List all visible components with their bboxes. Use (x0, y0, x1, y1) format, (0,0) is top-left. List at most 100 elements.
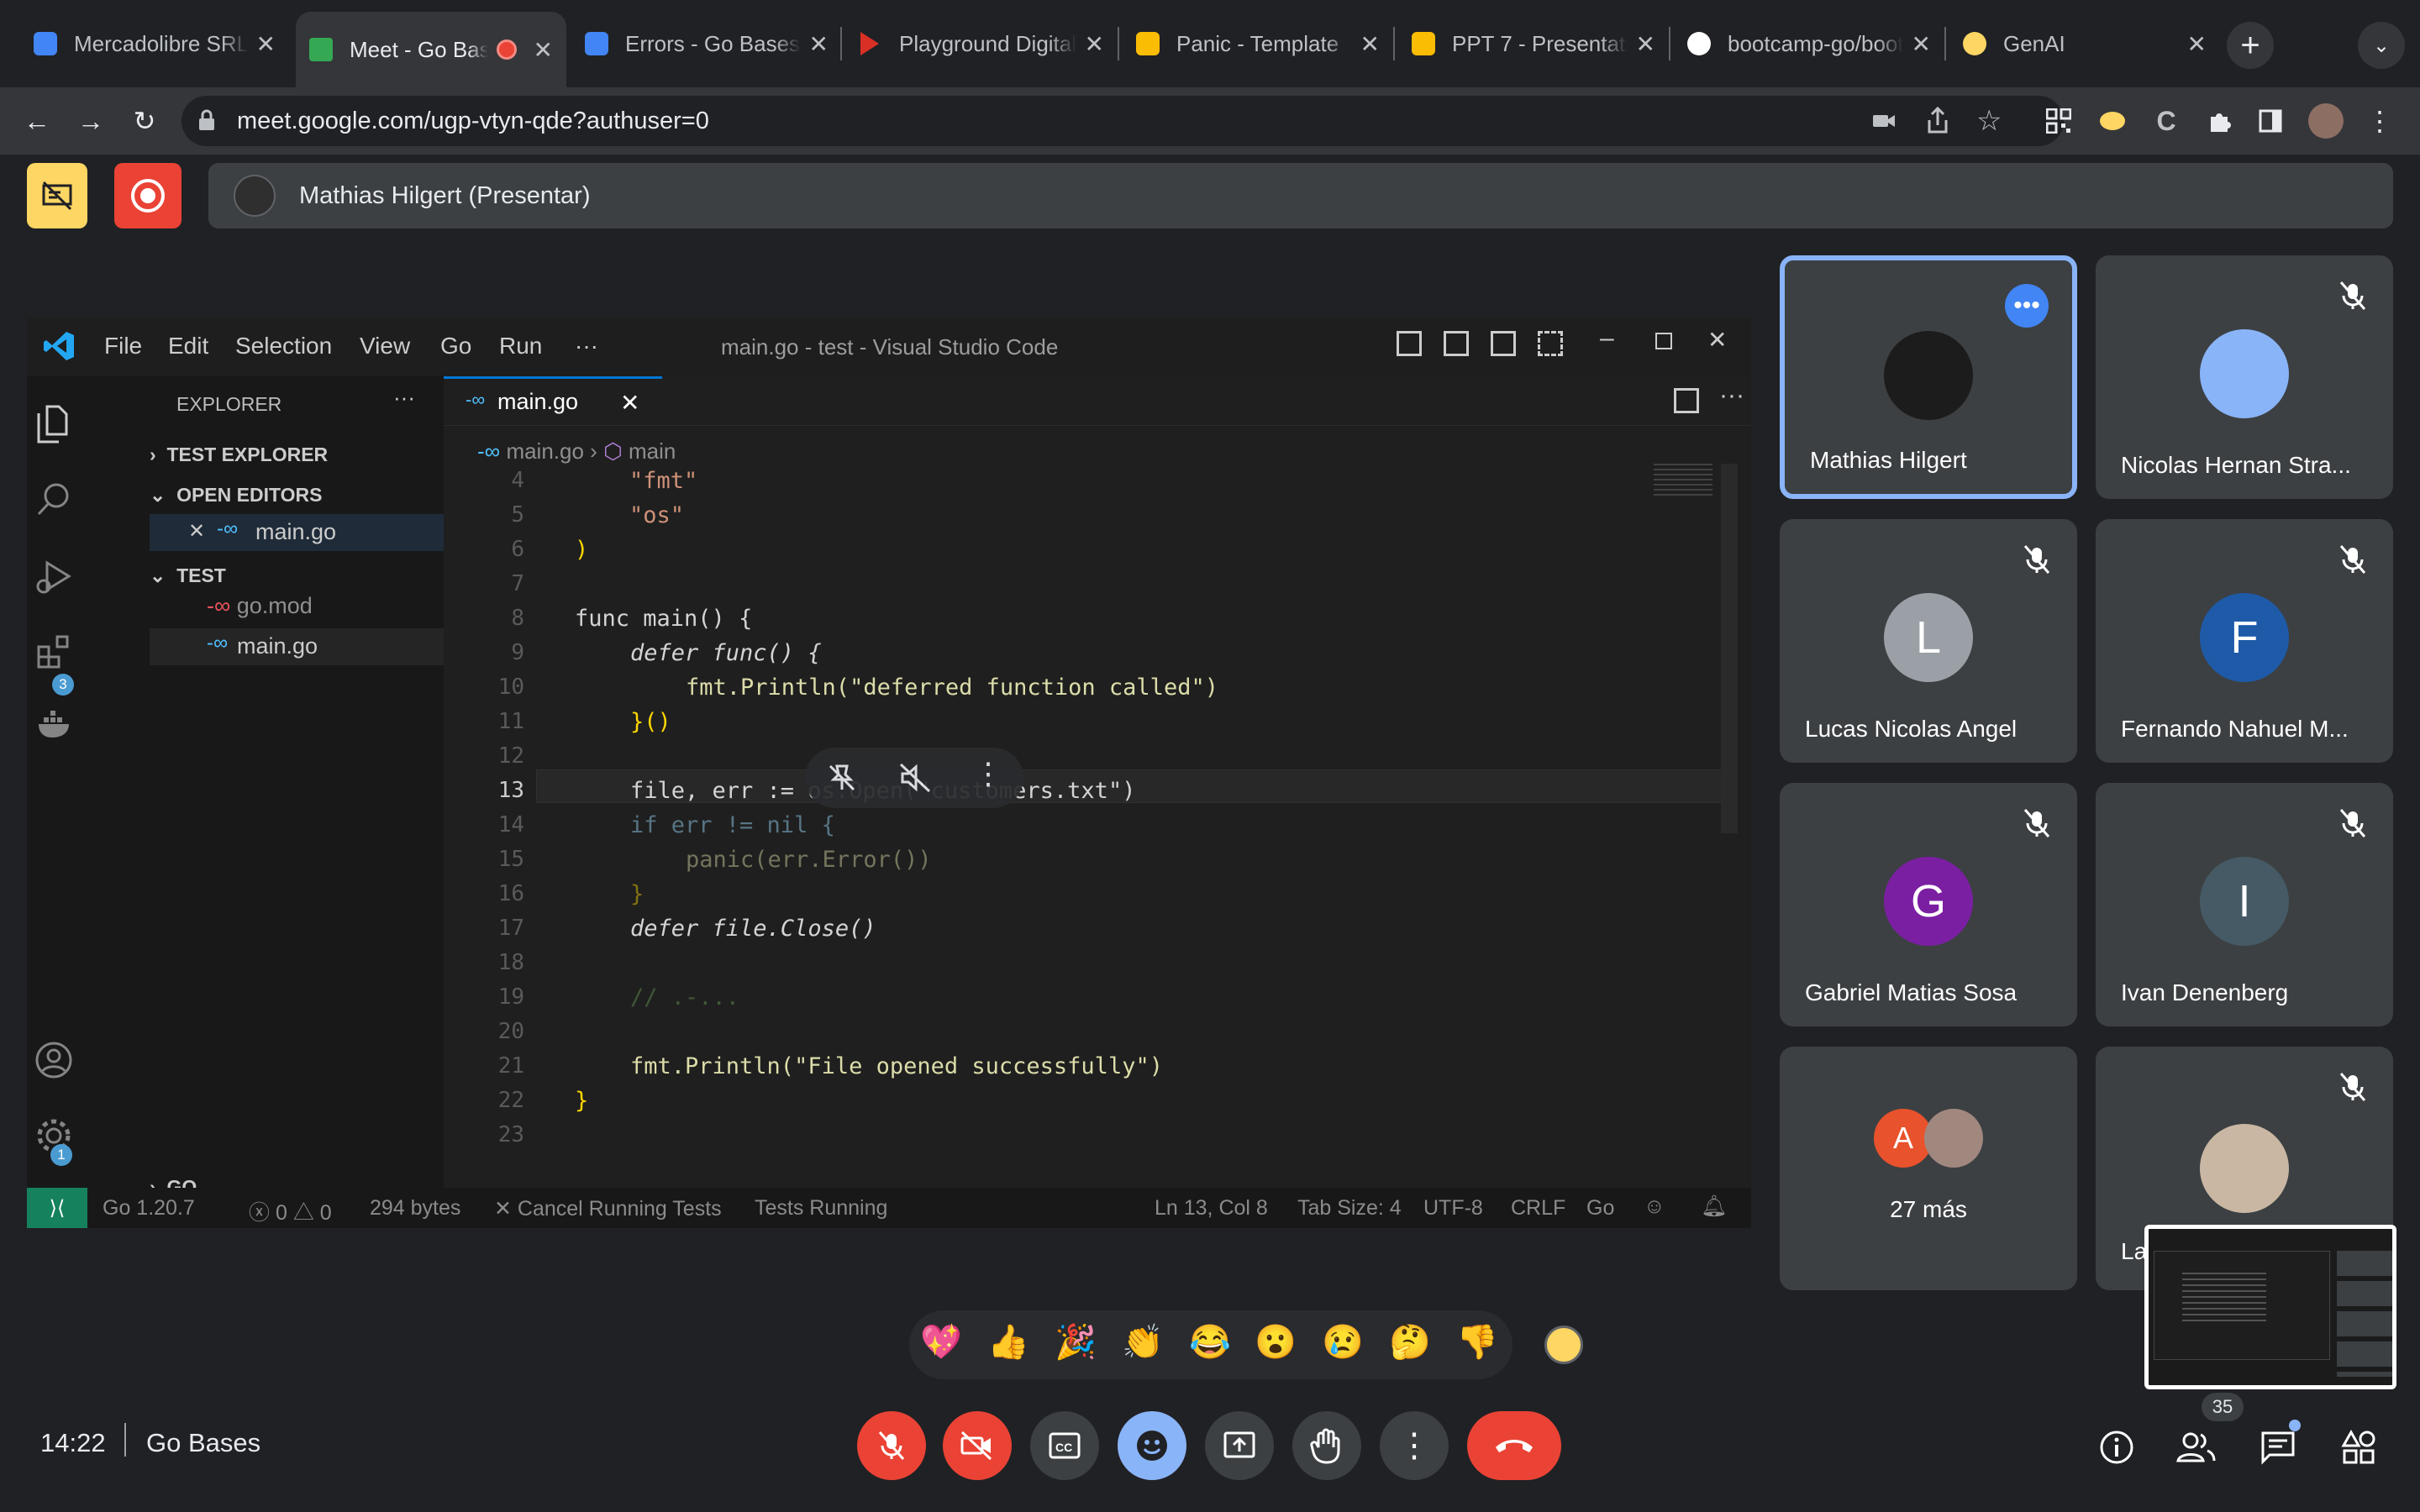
back-arrow-icon[interactable]: ← (15, 99, 59, 143)
status-encoding[interactable]: UTF-8 (1423, 1196, 1483, 1221)
more-options-button[interactable]: ⋮ (1380, 1411, 1449, 1480)
activities-button[interactable] (2336, 1425, 2381, 1470)
editor-more-icon[interactable]: ··· (1719, 381, 1744, 410)
breadcrumb-file[interactable]: main.go (506, 438, 584, 464)
breadcrumb-symbol[interactable]: main (629, 438, 676, 464)
explorer-more-icon[interactable]: ··· (393, 385, 415, 411)
extensions-icon[interactable] (35, 633, 72, 670)
people-button[interactable] (2173, 1425, 2218, 1470)
tab-close-icon[interactable]: ✕ (2187, 30, 2207, 58)
close-editor-icon[interactable]: ✕ (188, 519, 205, 543)
tab-close-icon[interactable]: ✕ (809, 30, 829, 58)
tab-close-icon[interactable]: ✕ (1636, 30, 1655, 58)
status-tab-size[interactable]: Tab Size: 4 (1297, 1196, 1402, 1221)
browser-menu-icon[interactable]: ⋮ (2358, 99, 2402, 143)
status-go-version[interactable]: Go 1.20.7 (103, 1196, 195, 1221)
reaction-thumbs-up-icon[interactable]: 👍 (983, 1322, 1034, 1362)
browser-tab-8[interactable]: GenAI ✕ (1949, 17, 2220, 71)
camera-blocked-icon[interactable] (1870, 108, 1897, 134)
minimize-icon[interactable]: – (1600, 324, 1614, 353)
section-test-explorer[interactable]: › TEST EXPLORER (150, 444, 328, 466)
customize-layout-icon[interactable] (1538, 331, 1563, 356)
participant-tile[interactable]: F Fernando Nahuel M... (2096, 519, 2393, 763)
reaction-surprised-icon[interactable]: 😮 (1250, 1322, 1301, 1362)
participant-tile[interactable]: L Lucas Nicolas Angel (1780, 519, 2077, 763)
run-debug-icon[interactable] (35, 558, 72, 595)
tab-close-icon[interactable]: ✕ (1912, 30, 1931, 58)
menu-run[interactable]: Run (499, 333, 542, 360)
reaction-clap-icon[interactable]: 👏 (1118, 1322, 1168, 1362)
more-participants-tile[interactable]: A 27 más (1780, 1047, 2077, 1290)
status-cancel-tests[interactable]: ✕ Cancel Running Tests (494, 1196, 722, 1221)
mute-audio-icon[interactable] (899, 763, 931, 793)
menu-edit[interactable]: Edit (168, 333, 208, 360)
menu-selection[interactable]: Selection (235, 333, 332, 360)
self-view-thumbnail[interactable] (2144, 1225, 2396, 1389)
toggle-panel-icon[interactable] (1444, 331, 1469, 356)
address-bar[interactable]: meet.google.com/ugp-vtyn-qde?authuser=0 … (182, 96, 2064, 146)
menu-more[interactable]: ··· (575, 333, 598, 360)
bookmark-star-icon[interactable]: ☆ (1976, 104, 2002, 138)
vertical-scrollbar[interactable] (1721, 464, 1738, 833)
accounts-icon[interactable] (34, 1040, 74, 1080)
restore-icon[interactable] (1655, 333, 1672, 349)
browser-tab-6[interactable]: PPT 7 - Presentation ✕ (1398, 17, 1669, 71)
search-icon[interactable] (35, 480, 72, 517)
participant-tile-active-speaker[interactable]: ••• Mathias Hilgert (1780, 255, 2077, 499)
share-icon[interactable] (1924, 106, 1951, 136)
menu-file[interactable]: File (104, 333, 142, 360)
status-eol[interactable]: CRLF (1511, 1196, 1565, 1221)
explorer-files-icon[interactable] (35, 403, 69, 444)
tab-close-icon[interactable]: ✕ (534, 36, 553, 64)
mic-toggle-button[interactable] (857, 1411, 926, 1480)
editor-tab-main-go[interactable]: -∞ main.go ✕ (444, 376, 662, 425)
genai-extension-icon[interactable] (2091, 99, 2134, 143)
browser-tab-5[interactable]: Panic - Template ✕ (1123, 17, 1393, 71)
camera-toggle-button[interactable] (943, 1411, 1012, 1480)
presentation-icon-button[interactable] (27, 163, 87, 228)
docker-icon[interactable] (35, 709, 74, 743)
c-extension-icon[interactable]: C (2144, 99, 2188, 143)
participant-tile[interactable]: Nicolas Hernan Stra... (2096, 255, 2393, 499)
unpin-icon[interactable] (827, 763, 857, 793)
recording-button[interactable] (114, 163, 182, 228)
tab-close-icon[interactable]: ✕ (256, 30, 276, 58)
copilot-icon[interactable]: ☺ (1644, 1194, 1665, 1219)
puzzle-extensions-icon[interactable] (2198, 99, 2242, 143)
menu-go[interactable]: Go (440, 333, 471, 360)
meeting-details-button[interactable] (2094, 1425, 2139, 1470)
remote-icon[interactable]: ⟩⟨ (27, 1188, 87, 1228)
reload-icon[interactable]: ↻ (123, 99, 166, 143)
open-editor-item[interactable]: ✕ -∞ main.go (150, 514, 444, 551)
reaction-thinking-icon[interactable]: 🤔 (1385, 1322, 1435, 1362)
file-go-mod[interactable]: -∞ go.mod (207, 593, 313, 619)
new-tab-button[interactable]: + (2227, 22, 2274, 69)
present-screen-button[interactable] (1205, 1411, 1274, 1480)
reaction-party-icon[interactable]: 🎉 (1050, 1322, 1101, 1362)
tab-search-chevron-icon[interactable]: ⌄ (2358, 22, 2405, 69)
qr-code-icon[interactable] (2037, 99, 2081, 143)
section-open-editors[interactable]: ⌄ OPEN EDITORS (150, 484, 322, 507)
browser-tab-1[interactable]: Mercadolibre SRL ✕ (20, 17, 289, 71)
chat-button[interactable] (2255, 1420, 2301, 1470)
toggle-secondary-sidebar-icon[interactable] (1491, 331, 1516, 356)
side-panel-icon[interactable] (2249, 99, 2292, 143)
tab-close-icon[interactable]: ✕ (1085, 30, 1104, 58)
browser-tab-4[interactable]: Playground Digital ✕ (847, 17, 1118, 71)
section-test-folder[interactable]: ⌄ TEST (150, 564, 226, 587)
status-problems[interactable]: ⓧ 0 △ 0 (249, 1196, 332, 1226)
browser-tab-3[interactable]: Errors - Go Bases ✕ (571, 17, 842, 71)
more-dots-icon[interactable]: ••• (2005, 284, 2049, 328)
menu-view[interactable]: View (360, 333, 410, 360)
captions-button[interactable]: CC (1030, 1411, 1099, 1480)
reaction-laugh-icon[interactable]: 😂 (1185, 1322, 1235, 1362)
reaction-heart-icon[interactable]: 💖 (916, 1322, 966, 1362)
tab-close-icon[interactable]: ✕ (620, 389, 639, 417)
leave-call-button[interactable] (1467, 1411, 1561, 1480)
raise-hand-button[interactable] (1292, 1411, 1361, 1480)
reaction-thumbs-down-icon[interactable]: 👎 (1452, 1322, 1502, 1362)
minimap[interactable] (1654, 464, 1712, 497)
status-language[interactable]: Go (1586, 1196, 1614, 1221)
participant-tile[interactable]: G Gabriel Matias Sosa (1780, 783, 2077, 1026)
forward-arrow-icon[interactable]: → (69, 99, 113, 143)
